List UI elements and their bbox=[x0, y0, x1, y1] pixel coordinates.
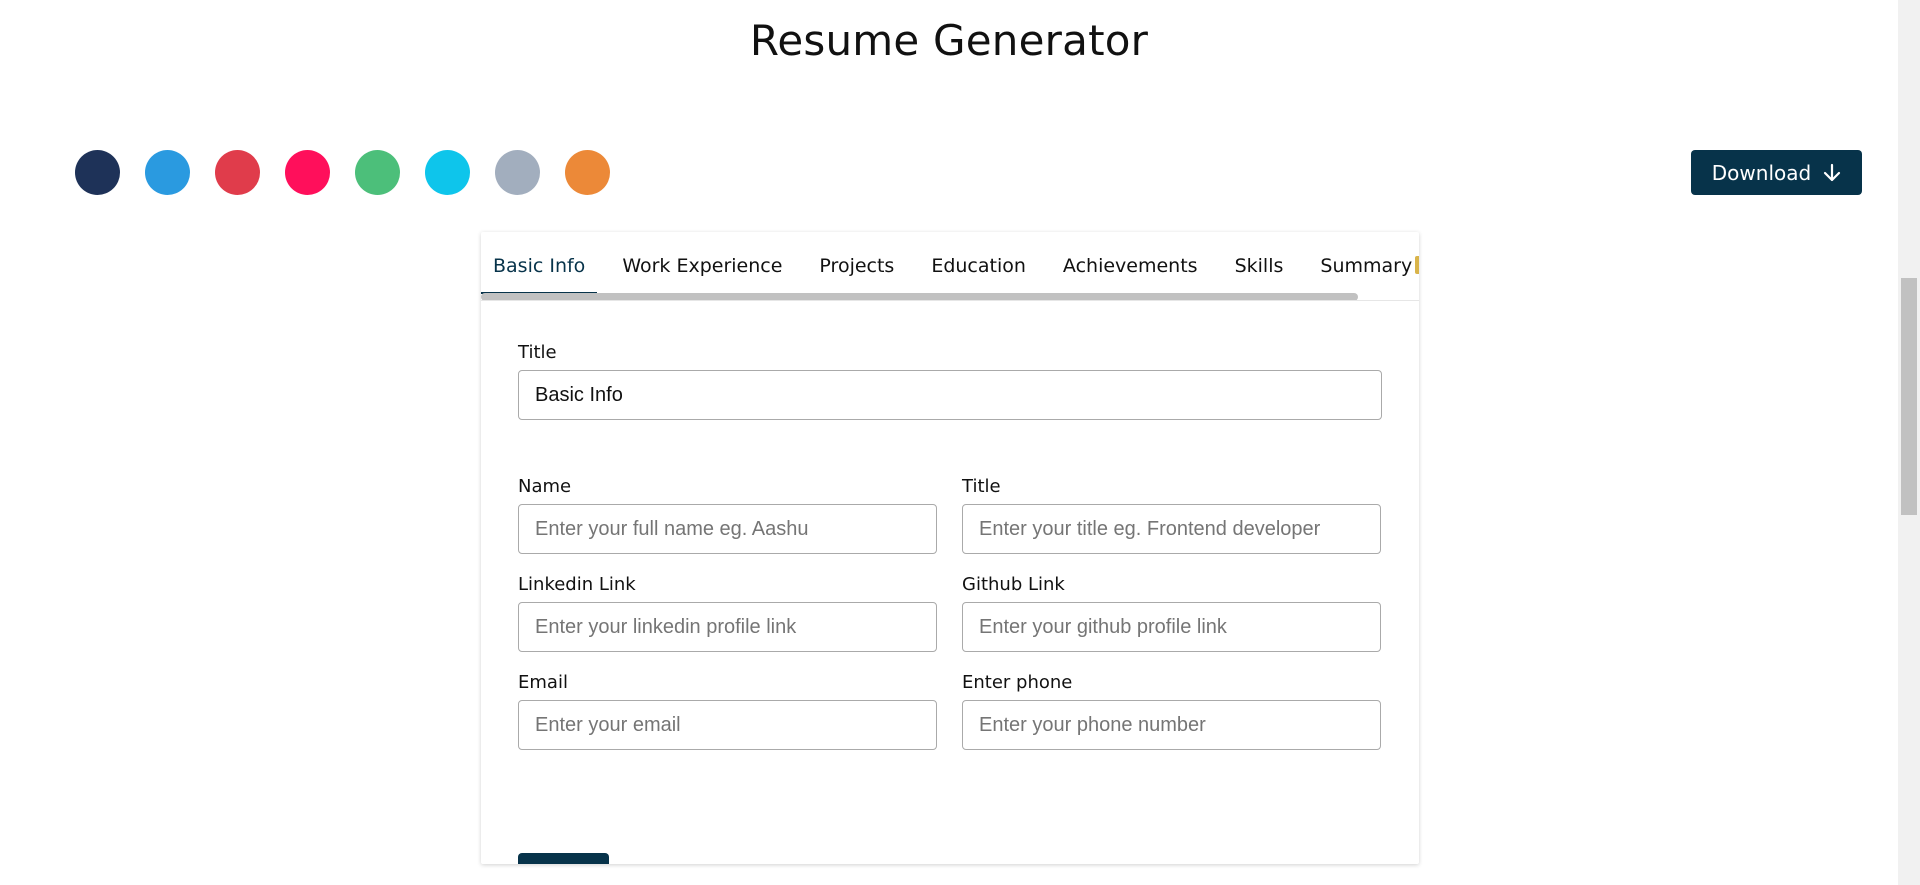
color-swatch-orange[interactable] bbox=[565, 150, 610, 195]
phone-label: Enter phone bbox=[962, 672, 1073, 693]
page: Resume Generator Download Basic Info Wor… bbox=[0, 0, 1920, 885]
section-title-input[interactable] bbox=[518, 370, 1382, 420]
tab-list: Basic Info Work Experience Projects Educ… bbox=[481, 232, 1419, 294]
job-title-field: Title bbox=[962, 476, 1381, 554]
resume-section-card: Basic Info Work Experience Projects Educ… bbox=[481, 232, 1419, 864]
section-title-field: Title bbox=[518, 342, 1382, 420]
phone-field: Enter phone bbox=[962, 672, 1381, 750]
color-swatch-pink[interactable] bbox=[285, 150, 330, 195]
tab-projects[interactable]: Projects bbox=[807, 232, 906, 292]
github-input[interactable] bbox=[962, 602, 1381, 652]
save-button[interactable]: Save bbox=[518, 853, 609, 864]
page-scrollbar[interactable] bbox=[1898, 0, 1920, 885]
github-label: Github Link bbox=[962, 574, 1065, 595]
job-title-label: Title bbox=[962, 476, 1001, 497]
tab-scrollbar[interactable] bbox=[481, 293, 1358, 300]
tab-basic-info[interactable]: Basic Info bbox=[481, 232, 598, 294]
job-title-input[interactable] bbox=[962, 504, 1381, 554]
download-button-label: Download bbox=[1711, 160, 1812, 185]
name-label: Name bbox=[518, 476, 572, 497]
email-field: Email bbox=[518, 672, 937, 750]
email-label: Email bbox=[518, 672, 568, 693]
tab-achievements[interactable]: Achievements bbox=[1051, 232, 1210, 292]
color-swatch-red[interactable] bbox=[215, 150, 260, 195]
github-field: Github Link bbox=[962, 574, 1381, 652]
arrow-down-icon bbox=[1823, 163, 1841, 183]
color-swatch-gray[interactable] bbox=[495, 150, 540, 195]
tab-summary[interactable]: Summary bbox=[1308, 232, 1419, 292]
color-swatch-blue[interactable] bbox=[145, 150, 190, 195]
tab-education[interactable]: Education bbox=[919, 232, 1038, 292]
basic-info-fields: Name Title Linkedin Link Github Link Ema… bbox=[518, 476, 1382, 750]
page-scrollbar-thumb[interactable] bbox=[1901, 278, 1917, 515]
section-title-label: Title bbox=[518, 342, 557, 363]
name-field: Name bbox=[518, 476, 937, 554]
color-swatch-navy[interactable] bbox=[75, 150, 120, 195]
section-tabs: Basic Info Work Experience Projects Educ… bbox=[481, 232, 1419, 301]
tab-overflow-hint bbox=[1415, 256, 1419, 274]
color-swatch-picker bbox=[75, 150, 610, 195]
tab-work-experience[interactable]: Work Experience bbox=[610, 232, 794, 292]
color-swatch-cyan[interactable] bbox=[425, 150, 470, 195]
email-input[interactable] bbox=[518, 700, 937, 750]
page-title: Resume Generator bbox=[749, 16, 1149, 65]
linkedin-input[interactable] bbox=[518, 602, 937, 652]
name-input[interactable] bbox=[518, 504, 937, 554]
color-swatch-green[interactable] bbox=[355, 150, 400, 195]
download-button[interactable]: Download bbox=[1691, 150, 1862, 195]
phone-input[interactable] bbox=[962, 700, 1381, 750]
linkedin-field: Linkedin Link bbox=[518, 574, 937, 652]
linkedin-label: Linkedin Link bbox=[518, 574, 636, 595]
tab-skills[interactable]: Skills bbox=[1223, 232, 1296, 292]
